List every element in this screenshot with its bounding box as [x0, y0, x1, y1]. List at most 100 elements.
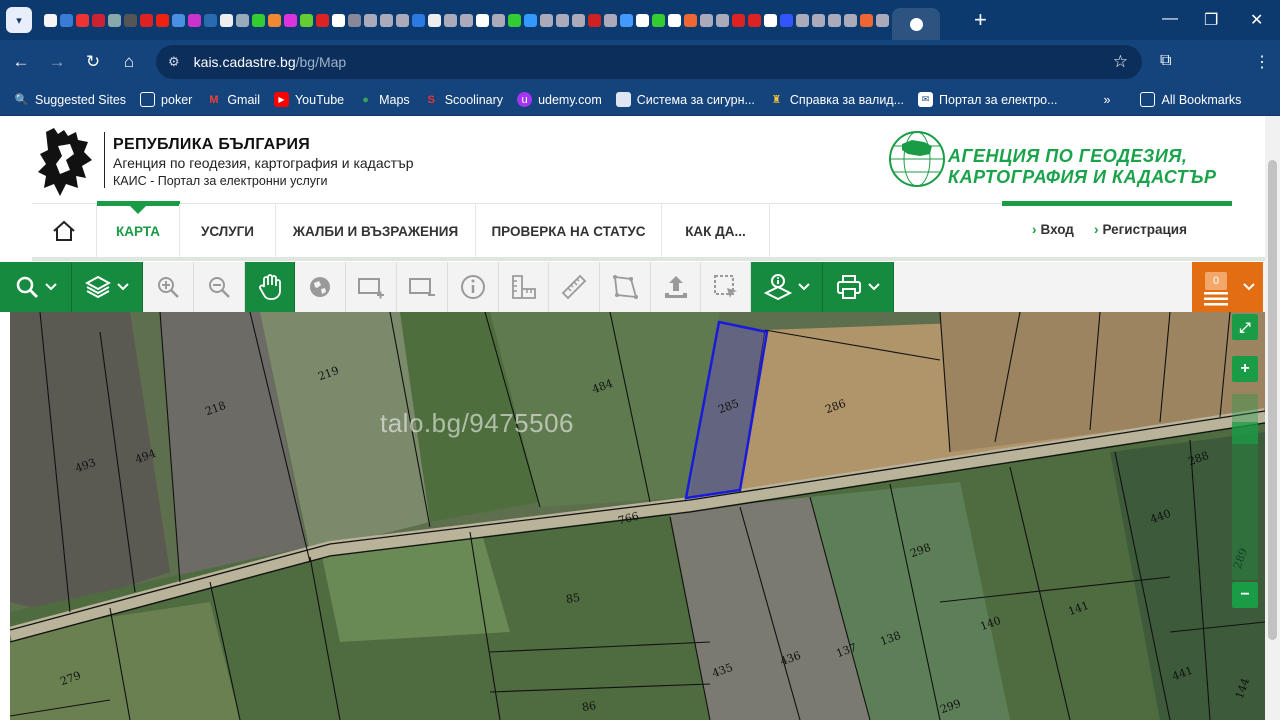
zoom-in-button[interactable]: +: [1232, 356, 1258, 382]
zoom-in-tool[interactable]: [143, 262, 194, 312]
tab-favicon[interactable]: [380, 13, 393, 27]
bookmark-udemy[interactable]: u udemy.com: [517, 92, 602, 107]
reload-icon[interactable]: ↻: [78, 47, 108, 77]
remove-rectangle-tool[interactable]: [397, 262, 448, 312]
tab-favicon[interactable]: [828, 13, 841, 27]
site-info-icon[interactable]: ⚙: [168, 54, 180, 70]
bookmark-youtube[interactable]: ▶ YouTube: [273, 92, 344, 107]
tab-favicon[interactable]: [76, 13, 89, 27]
tab-favicon[interactable]: [300, 13, 313, 27]
register-link[interactable]: › Регистрация: [1094, 222, 1187, 237]
info-tool[interactable]: [448, 262, 499, 312]
agency-globe-logo[interactable]: [888, 130, 946, 188]
tab-favicon[interactable]: [268, 13, 281, 27]
tab-favicon[interactable]: [796, 13, 809, 27]
address-bar[interactable]: ⚙ kais.cadastre.bg/bg/Map ☆: [156, 45, 1142, 79]
tab-favicon[interactable]: [556, 13, 569, 27]
tab-favicon[interactable]: [124, 13, 137, 27]
fullscreen-button[interactable]: ⤢: [1232, 314, 1258, 340]
bookmark-suggested-sites[interactable]: 🔍 Suggested Sites: [14, 92, 126, 107]
pan-tool-button[interactable]: [245, 262, 295, 312]
extensions-icon[interactable]: ⧉: [1160, 52, 1171, 70]
active-tab[interactable]: [892, 8, 940, 40]
layer-info-tool-button[interactable]: [751, 262, 823, 312]
bookmark-security-system[interactable]: Система за сигурн...: [615, 92, 755, 107]
all-bookmarks-button[interactable]: All Bookmarks: [1140, 92, 1241, 107]
globe-tool[interactable]: [295, 262, 346, 312]
print-tool-button[interactable]: [823, 262, 894, 312]
page-scrollbar[interactable]: [1265, 116, 1280, 720]
menu-icon[interactable]: ⋮: [1254, 52, 1270, 72]
tab-favicon[interactable]: [220, 13, 233, 27]
forward-icon[interactable]: →: [42, 47, 72, 77]
tab-favicon[interactable]: [108, 13, 121, 27]
tab-favicon[interactable]: [812, 13, 825, 27]
more-bookmarks-button[interactable]: »: [1104, 93, 1111, 107]
tab-favicon[interactable]: [140, 13, 153, 27]
upload-tool[interactable]: [651, 262, 701, 312]
select-tool[interactable]: [701, 262, 751, 312]
tab-favicon[interactable]: [764, 13, 777, 27]
zoom-out-button[interactable]: −: [1232, 582, 1258, 608]
bookmark-e-portal[interactable]: ✉ Портал за електро...: [918, 92, 1058, 107]
zoom-out-tool[interactable]: [194, 262, 245, 312]
nav-status-check[interactable]: ПРОВЕРКА НА СТАТУС: [476, 204, 662, 258]
tab-favicon[interactable]: [412, 13, 425, 27]
nav-home[interactable]: [32, 204, 97, 258]
tab-favicon[interactable]: [684, 13, 697, 27]
tab-favicon[interactable]: [860, 13, 873, 27]
tab-favicon[interactable]: [236, 13, 249, 27]
bookmark-gmail[interactable]: M Gmail: [206, 92, 260, 107]
tab-favicon[interactable]: [620, 13, 633, 27]
tab-favicon[interactable]: [188, 13, 201, 27]
tab-favicon[interactable]: [508, 13, 521, 27]
tab-search-button[interactable]: ▾: [6, 7, 32, 33]
nav-complaints[interactable]: ЖАЛБИ И ВЪЗРАЖЕНИЯ: [276, 204, 476, 258]
back-icon[interactable]: ←: [6, 47, 36, 77]
tab-favicon[interactable]: [172, 13, 185, 27]
tab-favicon[interactable]: [668, 13, 681, 27]
zoom-slider-handle[interactable]: [1232, 422, 1258, 444]
tab-favicon[interactable]: [476, 13, 489, 27]
nav-uslugi[interactable]: УСЛУГИ: [180, 204, 276, 258]
cadastral-map[interactable]: talo.bg/9475506 219 218 493 494 484 285 …: [10, 312, 1265, 720]
url-text[interactable]: kais.cadastre.bg/bg/Map: [194, 54, 347, 70]
tab-favicon[interactable]: [524, 13, 537, 27]
tab-favicon[interactable]: [732, 13, 745, 27]
tab-favicon[interactable]: [700, 13, 713, 27]
minimize-icon[interactable]: —: [1162, 10, 1178, 28]
tab-favicon[interactable]: [316, 13, 329, 27]
parcel-label[interactable]: 86: [581, 699, 597, 714]
tab-favicon[interactable]: [204, 13, 217, 27]
tab-favicon[interactable]: [588, 13, 601, 27]
tab-favicon[interactable]: [748, 13, 761, 27]
tab-favicon[interactable]: [604, 13, 617, 27]
restore-icon[interactable]: ❐: [1204, 10, 1218, 30]
close-icon[interactable]: ✕: [1250, 10, 1263, 30]
tab-favicon[interactable]: [348, 13, 361, 27]
tab-favicon[interactable]: [252, 13, 265, 27]
tab-favicon[interactable]: [364, 13, 377, 27]
nav-karta[interactable]: КАРТА: [97, 204, 180, 258]
draw-polygon-tool[interactable]: [600, 262, 651, 312]
bookmark-scoolinary[interactable]: S Scoolinary: [424, 92, 504, 107]
tab-favicon[interactable]: [636, 13, 649, 27]
measure-distance-tool[interactable]: [549, 262, 600, 312]
tab-favicon[interactable]: [540, 13, 553, 27]
tab-favicon[interactable]: [60, 13, 73, 27]
bookmark-star-icon[interactable]: ☆: [1113, 52, 1128, 72]
cart-button[interactable]: 0: [1192, 262, 1263, 312]
tab-favicon[interactable]: [444, 13, 457, 27]
parcel-label[interactable]: 85: [565, 591, 581, 606]
nav-how-to[interactable]: КАК ДА...: [662, 204, 770, 258]
tab-favicon[interactable]: [92, 13, 105, 27]
tab-favicon[interactable]: [428, 13, 441, 27]
tab-favicon[interactable]: [284, 13, 297, 27]
tab-favicon[interactable]: [460, 13, 473, 27]
bookmark-validity-check[interactable]: ♜ Справка за валид...: [769, 92, 904, 107]
scrollbar-thumb[interactable]: [1268, 160, 1277, 640]
tab-favicon[interactable]: [876, 13, 889, 27]
draw-rectangle-tool[interactable]: [346, 262, 397, 312]
tab-favicon[interactable]: [780, 13, 793, 27]
tab-favicon[interactable]: [396, 13, 409, 27]
